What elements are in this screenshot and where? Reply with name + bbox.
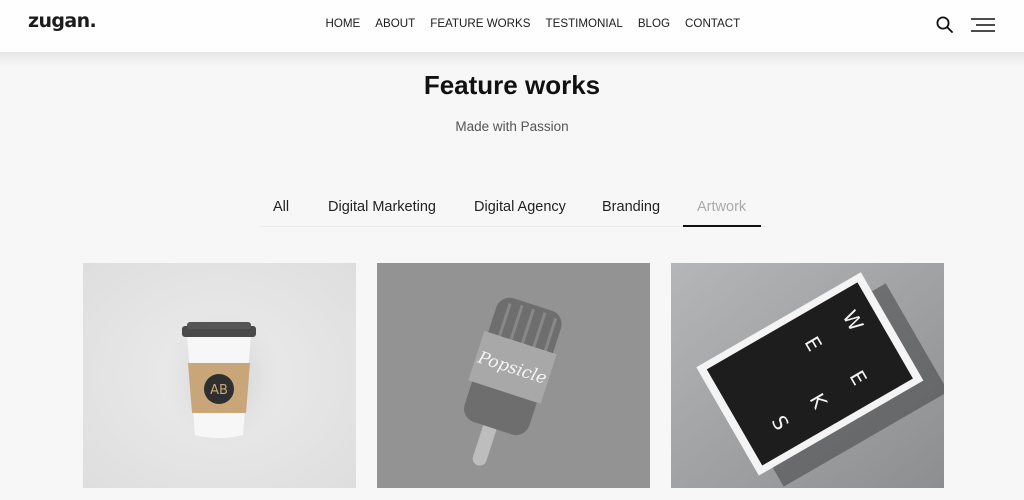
filter-tab-all[interactable]: All [273,199,289,215]
nav-testimonial[interactable]: TESTIMONIAL [546,17,623,30]
hamburger-menu-icon [971,18,995,32]
section-title: Feature works [423,70,601,100]
coffee-cup-image: AB [83,263,356,488]
popsicle-image: Popsicle [377,263,650,488]
main-nav: HOME ABOUT FEATURE WORKS TESTIMONIAL BLO… [318,17,748,30]
filter-tab-digital-marketing[interactable]: Digital Marketing [328,199,436,215]
nav-about[interactable]: ABOUT [375,17,415,30]
site-header: zugan. HOME ABOUT FEATURE WORKS TESTIMON… [0,0,1024,52]
portfolio-item-popsicle[interactable]: Popsicle [377,263,650,488]
section-subtitle: Made with Passion [455,119,569,134]
nav-contact[interactable]: CONTACT [685,17,740,30]
filter-tab-artwork[interactable]: Artwork [697,199,746,215]
nav-home[interactable]: HOME [326,17,361,30]
nav-feature-works[interactable]: FEATURE WORKS [430,17,530,30]
portfolio-item-magazine[interactable]: W E E K S [671,263,944,488]
menu-button[interactable] [969,17,997,33]
filter-tab-branding[interactable]: Branding [602,199,660,215]
search-button[interactable] [935,15,955,35]
nav-blog[interactable]: BLOG [638,17,670,30]
magazine-image: W E E K S [671,263,944,488]
portfolio-item-coffee-cup[interactable]: AB [83,263,356,488]
cup-emblem: AB [210,383,228,398]
search-icon [936,16,953,33]
active-tab-indicator [683,225,761,227]
logo[interactable]: zugan. [28,10,97,32]
header-shadow [0,52,1024,66]
filter-tab-digital-agency[interactable]: Digital Agency [474,199,566,215]
